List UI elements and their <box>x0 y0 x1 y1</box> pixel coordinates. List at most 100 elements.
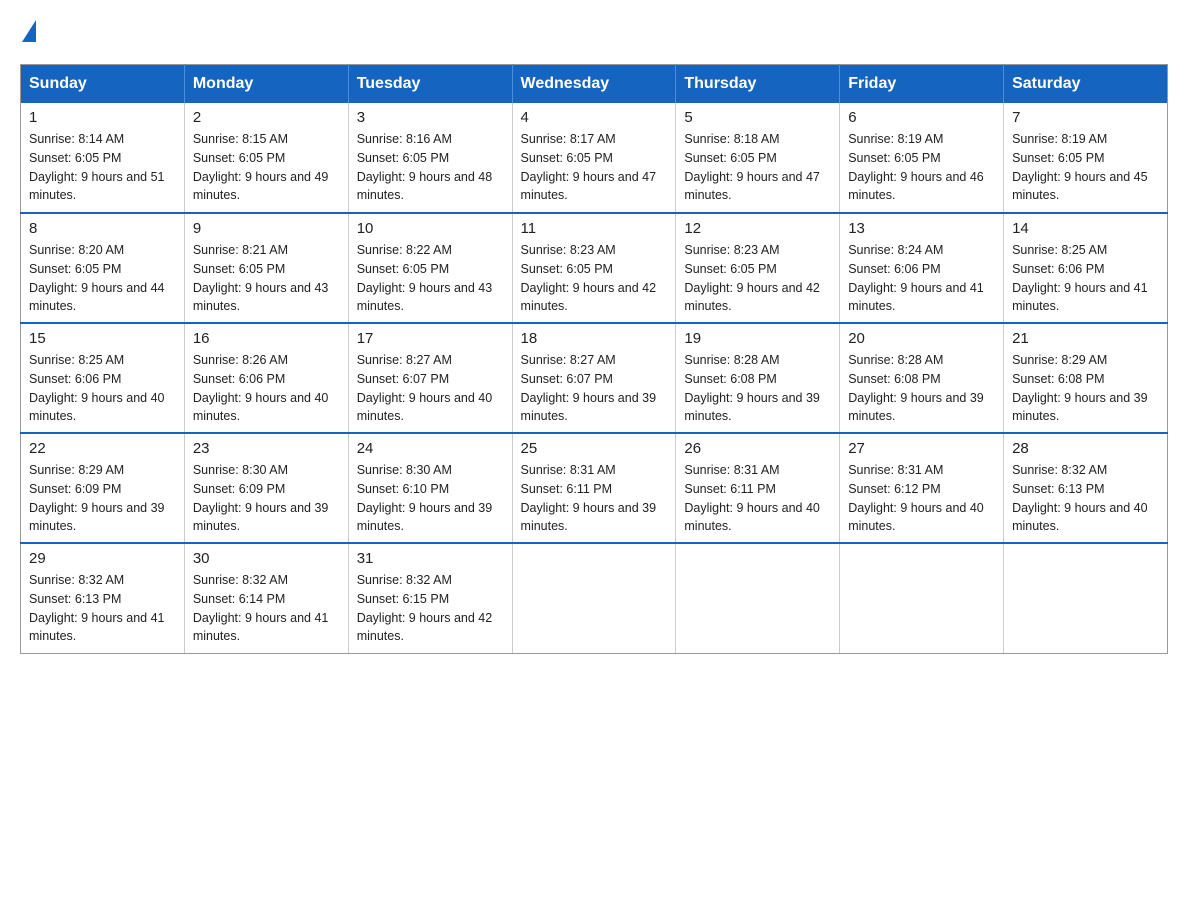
day-info: Sunrise: 8:18 AMSunset: 6:05 PMDaylight:… <box>684 132 820 202</box>
calendar-empty-cell <box>676 543 840 653</box>
day-info: Sunrise: 8:26 AMSunset: 6:06 PMDaylight:… <box>193 353 329 423</box>
day-number: 30 <box>193 550 340 567</box>
day-number: 31 <box>357 550 504 567</box>
calendar-day-13: 13 Sunrise: 8:24 AMSunset: 6:06 PMDaylig… <box>840 213 1004 323</box>
calendar-day-1: 1 Sunrise: 8:14 AMSunset: 6:05 PMDayligh… <box>21 103 185 213</box>
calendar-empty-cell <box>512 543 676 653</box>
day-number: 26 <box>684 440 831 457</box>
day-number: 10 <box>357 220 504 237</box>
day-number: 9 <box>193 220 340 237</box>
logo-arrow-icon <box>22 20 36 42</box>
calendar-week-row: 15 Sunrise: 8:25 AMSunset: 6:06 PMDaylig… <box>21 323 1168 433</box>
calendar-header-saturday: Saturday <box>1004 65 1168 104</box>
day-info: Sunrise: 8:30 AMSunset: 6:10 PMDaylight:… <box>357 463 493 533</box>
day-info: Sunrise: 8:25 AMSunset: 6:06 PMDaylight:… <box>29 353 165 423</box>
day-number: 27 <box>848 440 995 457</box>
day-info: Sunrise: 8:28 AMSunset: 6:08 PMDaylight:… <box>684 353 820 423</box>
day-info: Sunrise: 8:21 AMSunset: 6:05 PMDaylight:… <box>193 243 329 313</box>
day-info: Sunrise: 8:30 AMSunset: 6:09 PMDaylight:… <box>193 463 329 533</box>
calendar-day-29: 29 Sunrise: 8:32 AMSunset: 6:13 PMDaylig… <box>21 543 185 653</box>
calendar-day-11: 11 Sunrise: 8:23 AMSunset: 6:05 PMDaylig… <box>512 213 676 323</box>
day-info: Sunrise: 8:32 AMSunset: 6:13 PMDaylight:… <box>29 573 165 643</box>
calendar-day-26: 26 Sunrise: 8:31 AMSunset: 6:11 PMDaylig… <box>676 433 840 543</box>
calendar-day-9: 9 Sunrise: 8:21 AMSunset: 6:05 PMDayligh… <box>184 213 348 323</box>
day-info: Sunrise: 8:16 AMSunset: 6:05 PMDaylight:… <box>357 132 493 202</box>
calendar-day-16: 16 Sunrise: 8:26 AMSunset: 6:06 PMDaylig… <box>184 323 348 433</box>
day-number: 13 <box>848 220 995 237</box>
calendar-day-31: 31 Sunrise: 8:32 AMSunset: 6:15 PMDaylig… <box>348 543 512 653</box>
page-header <box>20 20 1168 44</box>
day-info: Sunrise: 8:20 AMSunset: 6:05 PMDaylight:… <box>29 243 165 313</box>
calendar-day-24: 24 Sunrise: 8:30 AMSunset: 6:10 PMDaylig… <box>348 433 512 543</box>
calendar-day-20: 20 Sunrise: 8:28 AMSunset: 6:08 PMDaylig… <box>840 323 1004 433</box>
calendar-day-6: 6 Sunrise: 8:19 AMSunset: 6:05 PMDayligh… <box>840 103 1004 213</box>
day-info: Sunrise: 8:32 AMSunset: 6:14 PMDaylight:… <box>193 573 329 643</box>
day-number: 24 <box>357 440 504 457</box>
calendar-week-row: 22 Sunrise: 8:29 AMSunset: 6:09 PMDaylig… <box>21 433 1168 543</box>
calendar-header-monday: Monday <box>184 65 348 104</box>
calendar-day-5: 5 Sunrise: 8:18 AMSunset: 6:05 PMDayligh… <box>676 103 840 213</box>
day-number: 29 <box>29 550 176 567</box>
day-number: 20 <box>848 330 995 347</box>
day-number: 6 <box>848 109 995 126</box>
calendar-day-7: 7 Sunrise: 8:19 AMSunset: 6:05 PMDayligh… <box>1004 103 1168 213</box>
day-number: 15 <box>29 330 176 347</box>
day-info: Sunrise: 8:23 AMSunset: 6:05 PMDaylight:… <box>684 243 820 313</box>
calendar-day-22: 22 Sunrise: 8:29 AMSunset: 6:09 PMDaylig… <box>21 433 185 543</box>
day-number: 8 <box>29 220 176 237</box>
calendar-header-sunday: Sunday <box>21 65 185 104</box>
day-info: Sunrise: 8:17 AMSunset: 6:05 PMDaylight:… <box>521 132 657 202</box>
day-number: 3 <box>357 109 504 126</box>
calendar-day-23: 23 Sunrise: 8:30 AMSunset: 6:09 PMDaylig… <box>184 433 348 543</box>
day-number: 22 <box>29 440 176 457</box>
logo <box>20 20 36 44</box>
day-info: Sunrise: 8:25 AMSunset: 6:06 PMDaylight:… <box>1012 243 1148 313</box>
calendar-table: SundayMondayTuesdayWednesdayThursdayFrid… <box>20 64 1168 654</box>
day-info: Sunrise: 8:27 AMSunset: 6:07 PMDaylight:… <box>357 353 493 423</box>
calendar-day-19: 19 Sunrise: 8:28 AMSunset: 6:08 PMDaylig… <box>676 323 840 433</box>
calendar-day-28: 28 Sunrise: 8:32 AMSunset: 6:13 PMDaylig… <box>1004 433 1168 543</box>
day-info: Sunrise: 8:24 AMSunset: 6:06 PMDaylight:… <box>848 243 984 313</box>
calendar-empty-cell <box>840 543 1004 653</box>
day-info: Sunrise: 8:19 AMSunset: 6:05 PMDaylight:… <box>848 132 984 202</box>
calendar-day-15: 15 Sunrise: 8:25 AMSunset: 6:06 PMDaylig… <box>21 323 185 433</box>
day-number: 12 <box>684 220 831 237</box>
day-info: Sunrise: 8:31 AMSunset: 6:11 PMDaylight:… <box>684 463 820 533</box>
calendar-day-18: 18 Sunrise: 8:27 AMSunset: 6:07 PMDaylig… <box>512 323 676 433</box>
calendar-week-row: 29 Sunrise: 8:32 AMSunset: 6:13 PMDaylig… <box>21 543 1168 653</box>
day-number: 5 <box>684 109 831 126</box>
day-info: Sunrise: 8:31 AMSunset: 6:11 PMDaylight:… <box>521 463 657 533</box>
day-info: Sunrise: 8:23 AMSunset: 6:05 PMDaylight:… <box>521 243 657 313</box>
day-info: Sunrise: 8:32 AMSunset: 6:13 PMDaylight:… <box>1012 463 1148 533</box>
day-number: 23 <box>193 440 340 457</box>
day-number: 19 <box>684 330 831 347</box>
calendar-day-2: 2 Sunrise: 8:15 AMSunset: 6:05 PMDayligh… <box>184 103 348 213</box>
calendar-header-tuesday: Tuesday <box>348 65 512 104</box>
calendar-week-row: 1 Sunrise: 8:14 AMSunset: 6:05 PMDayligh… <box>21 103 1168 213</box>
day-number: 21 <box>1012 330 1159 347</box>
day-info: Sunrise: 8:32 AMSunset: 6:15 PMDaylight:… <box>357 573 493 643</box>
day-info: Sunrise: 8:15 AMSunset: 6:05 PMDaylight:… <box>193 132 329 202</box>
day-number: 2 <box>193 109 340 126</box>
calendar-day-8: 8 Sunrise: 8:20 AMSunset: 6:05 PMDayligh… <box>21 213 185 323</box>
day-number: 1 <box>29 109 176 126</box>
day-info: Sunrise: 8:27 AMSunset: 6:07 PMDaylight:… <box>521 353 657 423</box>
day-info: Sunrise: 8:31 AMSunset: 6:12 PMDaylight:… <box>848 463 984 533</box>
calendar-day-30: 30 Sunrise: 8:32 AMSunset: 6:14 PMDaylig… <box>184 543 348 653</box>
calendar-week-row: 8 Sunrise: 8:20 AMSunset: 6:05 PMDayligh… <box>21 213 1168 323</box>
calendar-header-thursday: Thursday <box>676 65 840 104</box>
calendar-day-17: 17 Sunrise: 8:27 AMSunset: 6:07 PMDaylig… <box>348 323 512 433</box>
day-number: 14 <box>1012 220 1159 237</box>
day-number: 16 <box>193 330 340 347</box>
day-info: Sunrise: 8:22 AMSunset: 6:05 PMDaylight:… <box>357 243 493 313</box>
calendar-day-10: 10 Sunrise: 8:22 AMSunset: 6:05 PMDaylig… <box>348 213 512 323</box>
day-number: 28 <box>1012 440 1159 457</box>
calendar-header-row: SundayMondayTuesdayWednesdayThursdayFrid… <box>21 65 1168 104</box>
day-info: Sunrise: 8:28 AMSunset: 6:08 PMDaylight:… <box>848 353 984 423</box>
day-number: 18 <box>521 330 668 347</box>
calendar-header-wednesday: Wednesday <box>512 65 676 104</box>
day-info: Sunrise: 8:14 AMSunset: 6:05 PMDaylight:… <box>29 132 165 202</box>
calendar-header-friday: Friday <box>840 65 1004 104</box>
calendar-day-4: 4 Sunrise: 8:17 AMSunset: 6:05 PMDayligh… <box>512 103 676 213</box>
calendar-empty-cell <box>1004 543 1168 653</box>
